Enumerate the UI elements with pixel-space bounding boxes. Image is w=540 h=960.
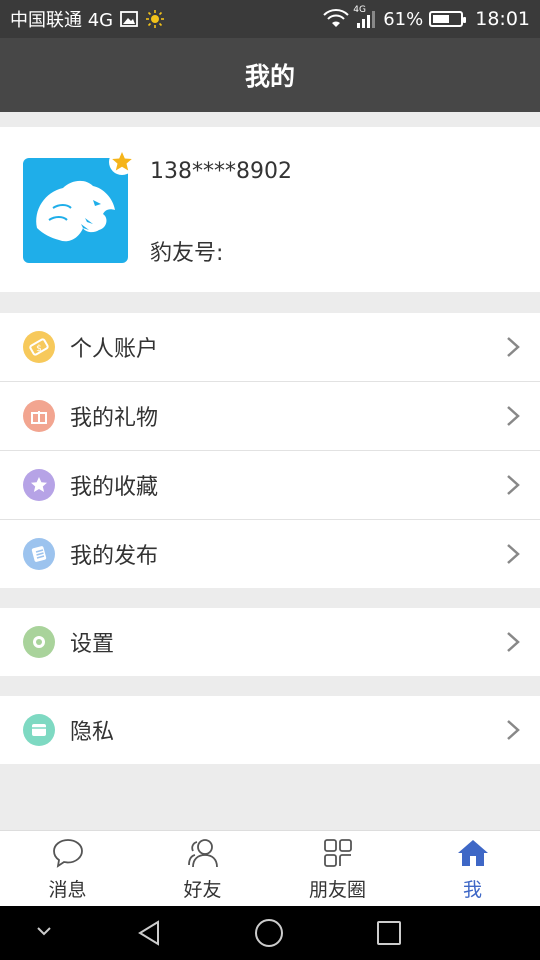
menu-item-label: 个人账户 xyxy=(70,337,159,362)
bottom-tab-bar: 消息 好友 朋友圈 我 xyxy=(0,830,540,906)
carrier-text: 中国联通 4G xyxy=(10,10,114,31)
menu-item-settings[interactable]: 设置 xyxy=(0,608,540,676)
sun-icon xyxy=(145,9,165,29)
document-icon xyxy=(23,538,55,570)
chevron-right-icon xyxy=(506,543,520,569)
grid-icon xyxy=(322,837,354,873)
user-id-label: 豹友号: xyxy=(150,241,224,266)
menu-item-label: 我的发布 xyxy=(70,544,159,569)
profile-card[interactable]: 138****8902 豹友号: xyxy=(0,127,540,292)
wallet-icon: $ xyxy=(23,331,55,363)
chevron-right-icon xyxy=(506,474,520,500)
chevron-right-icon xyxy=(506,719,520,745)
tab-friends[interactable]: 好友 xyxy=(135,831,270,906)
chevron-right-icon xyxy=(506,631,520,657)
chevron-down-icon[interactable] xyxy=(34,924,54,938)
chat-icon xyxy=(51,837,85,873)
system-nav-bar xyxy=(0,906,540,960)
phone-number: 138****8902 xyxy=(150,159,292,184)
image-icon xyxy=(119,9,139,29)
menu-item-label: 设置 xyxy=(70,632,115,657)
chevron-right-icon xyxy=(506,405,520,431)
header: 我的 xyxy=(0,38,540,112)
privacy-icon xyxy=(23,714,55,746)
svg-text:$: $ xyxy=(36,344,42,354)
recents-icon[interactable] xyxy=(376,920,402,946)
back-icon[interactable] xyxy=(136,919,164,947)
tab-label: 朋友圈 xyxy=(308,879,366,901)
tab-label: 我 xyxy=(462,879,482,901)
signal-icon: 4G xyxy=(353,5,377,29)
wifi-icon xyxy=(323,9,349,29)
star-icon xyxy=(109,149,135,175)
page-title: 我的 xyxy=(244,62,295,91)
friends-icon xyxy=(185,837,221,873)
battery-percent-text: 61% xyxy=(383,8,424,30)
tab-label: 好友 xyxy=(183,879,222,901)
menu-item-privacy[interactable]: 隐私 xyxy=(0,696,540,764)
status-bar: 中国联通 4G 4G 61% 18:01 xyxy=(0,0,540,38)
tab-label: 消息 xyxy=(48,879,87,901)
menu-item-label: 隐私 xyxy=(70,720,115,745)
home-circle-icon[interactable] xyxy=(254,918,284,948)
star-icon xyxy=(23,469,55,501)
menu-item-posts[interactable]: 我的发布 xyxy=(0,520,540,588)
clock-text: 18:01 xyxy=(475,8,530,30)
menu-item-account[interactable]: $ 个人账户 xyxy=(0,313,540,381)
tab-moments[interactable]: 朋友圈 xyxy=(270,831,405,906)
network-small-text: 4G xyxy=(353,5,366,15)
menu-item-favorites[interactable]: 我的收藏 xyxy=(0,451,540,519)
tab-messages[interactable]: 消息 xyxy=(0,831,135,906)
tab-me[interactable]: 我 xyxy=(405,831,540,906)
settings-icon xyxy=(23,626,55,658)
menu-item-gifts[interactable]: 我的礼物 xyxy=(0,382,540,450)
menu-item-label: 我的收藏 xyxy=(70,475,159,500)
chevron-right-icon xyxy=(506,336,520,362)
gift-icon xyxy=(23,400,55,432)
battery-icon xyxy=(429,11,467,27)
menu-item-label: 我的礼物 xyxy=(70,406,159,431)
home-icon xyxy=(456,837,490,873)
